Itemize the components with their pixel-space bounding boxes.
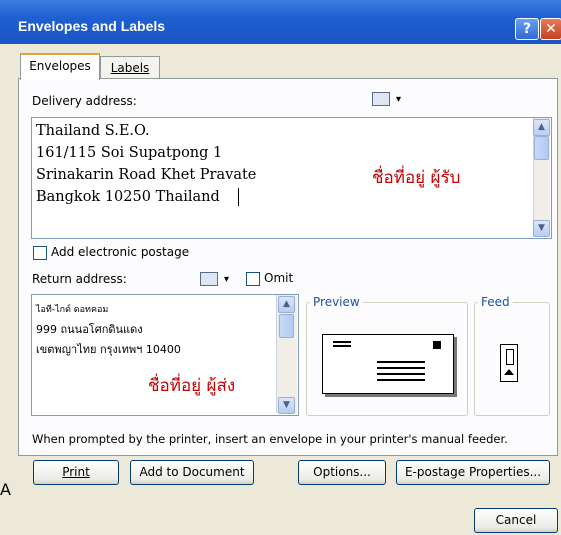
add-to-document-label: Add to Document	[139, 465, 245, 479]
return-line-mark	[333, 341, 351, 343]
stray-text: A	[0, 480, 11, 499]
feed-arrow-icon	[504, 369, 514, 375]
delivery-line: Thailand S.E.O.	[36, 123, 150, 139]
return-address-book-button[interactable]: ▾	[200, 272, 229, 286]
printer-hint: When prompted by the printer, insert an …	[32, 432, 508, 446]
address-line-mark	[377, 367, 425, 369]
address-line-mark	[377, 379, 425, 381]
add-to-document-button[interactable]: Add to Document	[130, 460, 254, 485]
print-button-label: Print	[62, 465, 90, 479]
tab-labels-label: Labels	[110, 61, 150, 75]
return-line: ไอที-ไกด์ ดอทคอม	[36, 305, 109, 315]
return-address-text: ไอที-ไกด์ ดอทคอม 999 ถนนอโศกดินแดง เขตพญ…	[36, 300, 181, 360]
feed-envelope-mark	[506, 349, 514, 365]
address-line-mark	[377, 373, 425, 375]
chevron-down-icon: ▾	[224, 273, 230, 285]
tab-labels[interactable]: Labels	[100, 56, 160, 79]
delivery-line: 161/115 Soi Supatpong 1	[36, 145, 223, 161]
tab-envelopes[interactable]: Envelopes	[20, 53, 100, 80]
return-annotation: ชื่อที่อยู่ ผู้ส่ง	[148, 376, 236, 396]
omit-checkbox[interactable]	[246, 272, 260, 286]
scroll-thumb[interactable]	[534, 136, 549, 160]
preview-label: Preview	[310, 295, 363, 309]
envelope-preview[interactable]	[322, 334, 454, 394]
feed-label: Feed	[478, 295, 513, 309]
omit-label: Omit	[264, 271, 294, 285]
delivery-line: Bangkok 10250 Thailand	[36, 189, 220, 205]
options-label: Options...	[313, 465, 371, 479]
print-button[interactable]: Print	[33, 460, 119, 485]
text-cursor	[238, 188, 239, 206]
help-button[interactable]: ?	[515, 18, 539, 40]
return-line: 999 ถนนอโศกดินแดง	[36, 323, 143, 336]
delivery-address-label: Delivery address:	[32, 94, 137, 108]
scroll-thumb[interactable]	[279, 314, 294, 338]
delivery-address-book-button[interactable]: ▾	[372, 92, 401, 106]
stamp-mark	[433, 341, 441, 349]
delivery-annotation: ชื่อที่อยู่ ผู้รับ	[372, 168, 461, 188]
delivery-address-text: Thailand S.E.O. 161/115 Soi Supatpong 1 Sr…	[36, 120, 256, 208]
electronic-postage-label: Add electronic postage	[51, 245, 190, 259]
options-button[interactable]: Options...	[298, 460, 386, 485]
epostage-properties-button[interactable]: E-postage Properties...	[396, 460, 550, 485]
feed-preview[interactable]	[500, 344, 518, 382]
scroll-up-icon[interactable]: ▲	[278, 296, 295, 313]
close-button[interactable]: ✕	[540, 18, 561, 40]
scroll-down-icon[interactable]: ▼	[533, 220, 550, 237]
scroll-down-icon[interactable]: ▼	[278, 397, 295, 414]
address-book-icon	[372, 92, 390, 106]
return-line: เขตพญาไทย กรุงเทพฯ 10400	[36, 343, 181, 356]
cancel-label: Cancel	[495, 513, 537, 527]
tab-envelopes-label: Envelopes	[29, 59, 91, 73]
scroll-up-icon[interactable]: ▲	[533, 119, 550, 136]
delivery-line: Srinakarin Road Khet Pravate	[36, 167, 257, 183]
chevron-down-icon: ▾	[396, 93, 402, 105]
cancel-button[interactable]: Cancel	[474, 508, 558, 533]
return-address-label: Return address:	[32, 272, 127, 286]
return-line-mark	[333, 345, 351, 347]
address-book-icon	[200, 272, 218, 286]
address-line-mark	[377, 361, 425, 363]
epostage-label: E-postage Properties...	[404, 465, 542, 479]
window-title: Envelopes and Labels	[18, 18, 166, 34]
electronic-postage-checkbox[interactable]	[33, 246, 47, 260]
